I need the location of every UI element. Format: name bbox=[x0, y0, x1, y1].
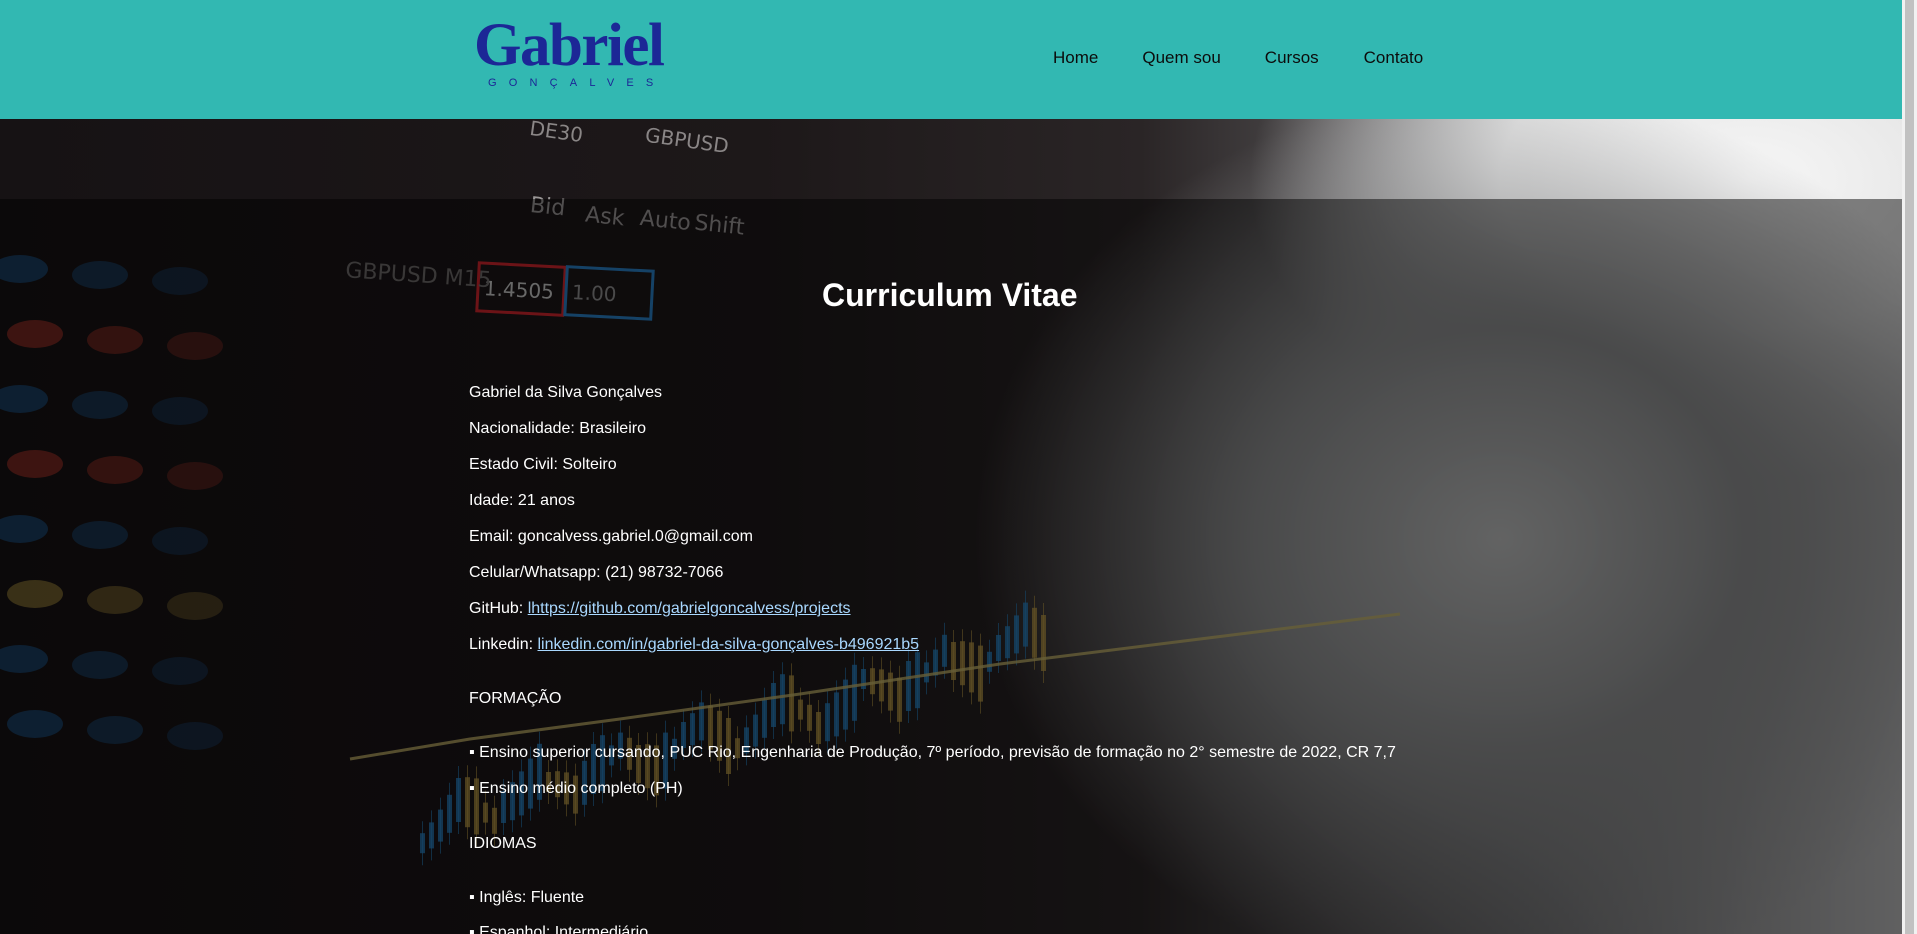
cv-nationality: Nacionalidade: Brasileiro bbox=[469, 420, 646, 437]
cv-name: Gabriel da Silva Gonçalves bbox=[469, 384, 662, 401]
cv-linkedin: Linkedin: linkedin.com/in/gabriel-da-sil… bbox=[469, 635, 919, 655]
svg-text:GBPUSD: GBPUSD bbox=[644, 123, 731, 158]
formacao-heading: FORMAÇÃO bbox=[469, 690, 562, 707]
background-image: 1.4505 1.00 GBPUSD M15 Bid Ask Auto Shif… bbox=[0, 119, 1902, 934]
svg-text:DE30: DE30 bbox=[528, 119, 584, 147]
cv-email: Email: goncalvess.gabriel.0@gmail.com bbox=[469, 528, 753, 545]
cv-github: GitHub: lhttps://github.com/gabrielgonca… bbox=[469, 599, 851, 619]
page-scrollbar[interactable] bbox=[1902, 0, 1917, 934]
logo-text: Gabriel bbox=[474, 12, 665, 79]
idiomas-item: ▪ Espanhol: Intermediário bbox=[469, 924, 649, 934]
idiomas-heading: IDIOMAS bbox=[469, 835, 537, 852]
linkedin-label: Linkedin: bbox=[469, 636, 538, 653]
idiomas-item: ▪ Inglês: Fluente bbox=[469, 889, 585, 906]
main-nav: Home Quem sou Cursos Contato bbox=[1053, 47, 1423, 69]
scrollbar-thumb[interactable] bbox=[1905, 0, 1914, 934]
cv-age: Idade: 21 anos bbox=[469, 492, 575, 509]
site-header: Gabriel GONÇALVES Home Quem sou Cursos C… bbox=[0, 0, 1902, 119]
formacao-item: ▪ Ensino médio completo (PH) bbox=[469, 780, 683, 797]
github-link[interactable]: lhttps://github.com/gabrielgoncalvess/pr… bbox=[528, 600, 851, 617]
nav-contato[interactable]: Contato bbox=[1364, 47, 1424, 69]
logo[interactable]: Gabriel GONÇALVES bbox=[474, 14, 684, 94]
cv-civil-status: Estado Civil: Solteiro bbox=[469, 456, 617, 473]
nav-home[interactable]: Home bbox=[1053, 47, 1098, 69]
linkedin-link[interactable]: linkedin.com/in/gabriel-da-silva-gonçalv… bbox=[538, 636, 920, 653]
logo-subtext: GONÇALVES bbox=[488, 77, 666, 89]
github-label: GitHub: bbox=[469, 600, 528, 617]
page-title: Curriculum Vitae bbox=[822, 277, 1078, 313]
nav-quem-sou[interactable]: Quem sou bbox=[1142, 47, 1220, 69]
formacao-item: ▪ Ensino superior cursando, PUC Rio, Eng… bbox=[469, 744, 1396, 761]
cv-phone: Celular/Whatsapp: (21) 98732-7066 bbox=[469, 564, 724, 581]
nav-cursos[interactable]: Cursos bbox=[1265, 47, 1319, 69]
